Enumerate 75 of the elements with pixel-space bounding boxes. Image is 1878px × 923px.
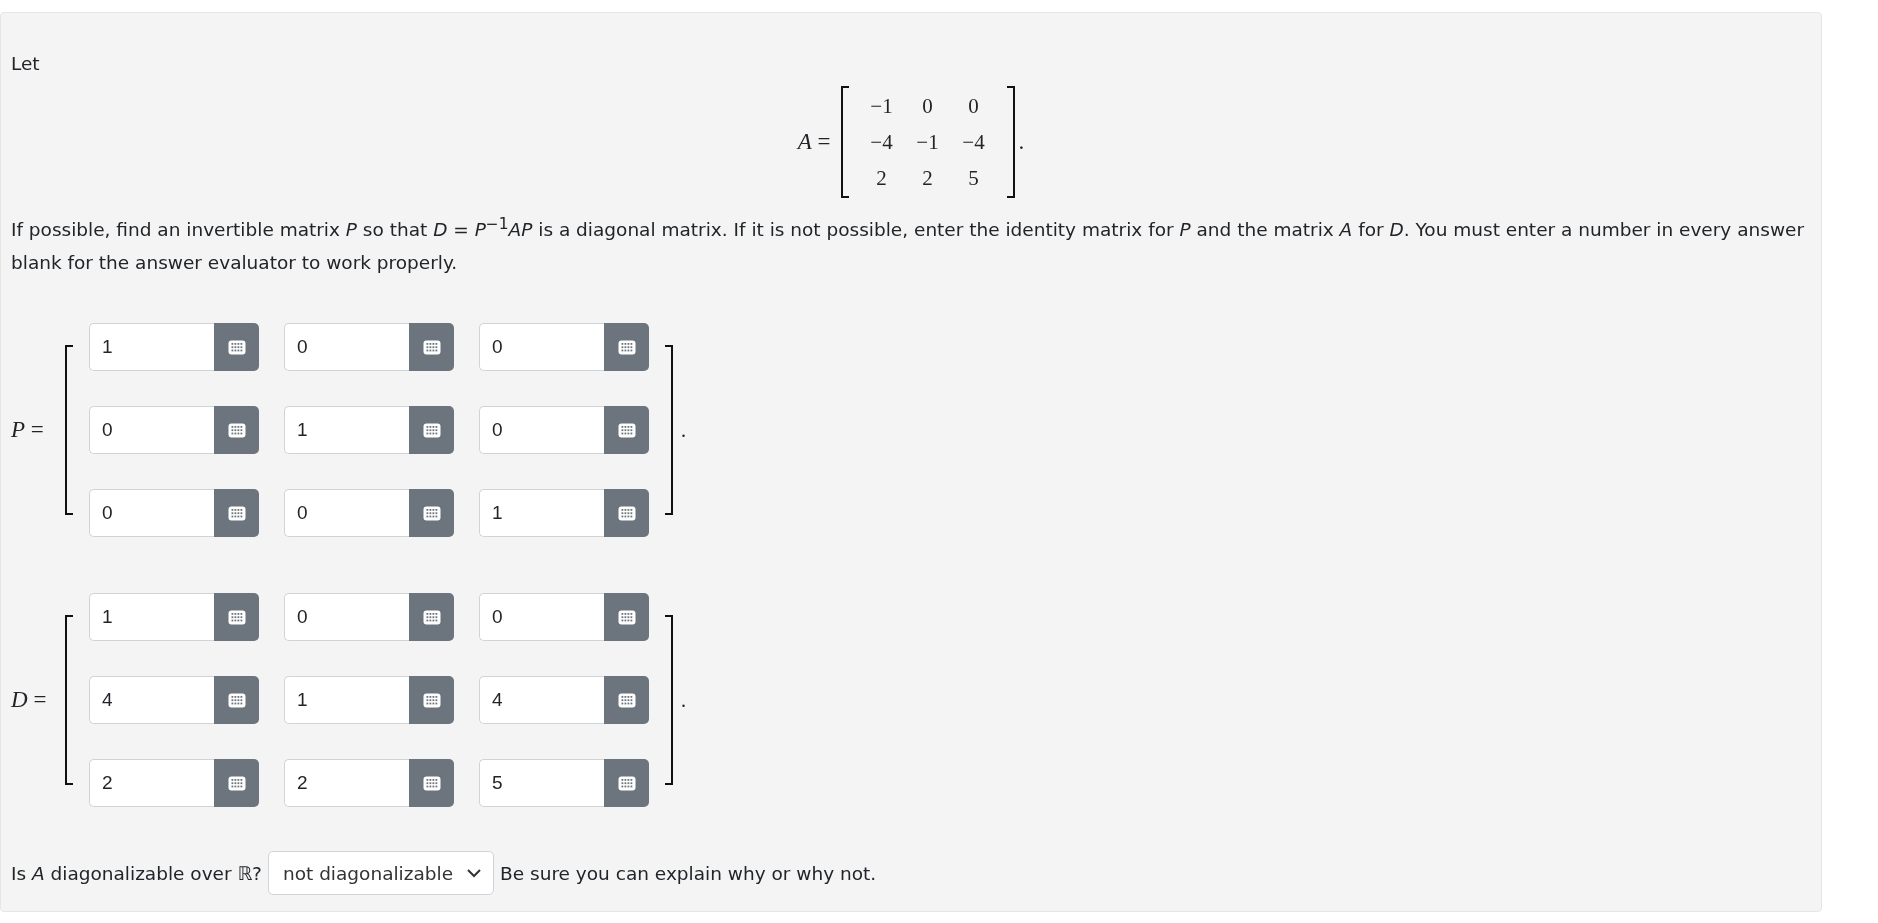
keypad-icon (422, 505, 441, 521)
keypad-button[interactable] (409, 489, 454, 538)
keypad-icon (227, 692, 246, 708)
keypad-button[interactable] (604, 489, 649, 538)
answer-field[interactable]: 0 (284, 489, 409, 538)
answer-field[interactable]: 2 (284, 759, 409, 808)
answer-field[interactable]: 0 (284, 323, 409, 372)
matrix-entry: 5 (967, 165, 980, 192)
answer-field[interactable]: 0 (89, 489, 214, 538)
period: . (681, 688, 686, 711)
keypad-icon (422, 339, 441, 355)
keypad-button[interactable] (214, 676, 259, 725)
answer-field[interactable]: 0 (89, 406, 214, 455)
answer-field[interactable]: 1 (89, 593, 214, 642)
answer-field[interactable]: 0 (284, 593, 409, 642)
matrix-entry: −1 (915, 129, 940, 156)
keypad-button[interactable] (214, 406, 259, 455)
keypad-button[interactable] (409, 593, 454, 642)
keypad-button[interactable] (409, 759, 454, 808)
keypad-icon (227, 609, 246, 625)
keypad-icon (617, 505, 636, 521)
keypad-button[interactable] (604, 406, 649, 455)
matrix-entry: 0 (921, 93, 934, 120)
answer-field[interactable]: 0 (479, 323, 604, 372)
keypad-icon (227, 505, 246, 521)
matrix-label: P = (11, 417, 44, 443)
answer-field[interactable]: 1 (89, 323, 214, 372)
note-text: Be sure you can explain why or why not. (500, 862, 877, 884)
matrix-entry: −4 (869, 129, 894, 156)
keypad-button[interactable] (409, 406, 454, 455)
keypad-icon (617, 692, 636, 708)
keypad-button[interactable] (214, 489, 259, 538)
keypad-icon (227, 339, 246, 355)
matrix-label: A = (797, 129, 831, 154)
period: . (681, 418, 686, 441)
matrix-entry: 0 (967, 93, 980, 120)
answer-field[interactable]: 0 (479, 406, 604, 455)
answer-field[interactable]: 1 (284, 676, 409, 725)
answer-field[interactable]: 1 (284, 406, 409, 455)
answer-field[interactable]: 1 (479, 489, 604, 538)
intro-text: Let (11, 52, 41, 76)
answer-field[interactable]: 4 (479, 676, 604, 725)
keypad-button[interactable] (409, 676, 454, 725)
keypad-button[interactable] (604, 759, 649, 808)
keypad-button[interactable] (214, 323, 259, 372)
period: . (1018, 129, 1025, 154)
keypad-button[interactable] (604, 593, 649, 642)
diagonalizable-select[interactable]: not diagonalizable (267, 851, 495, 896)
keypad-icon (227, 775, 246, 791)
keypad-icon (617, 609, 636, 625)
keypad-icon (422, 775, 441, 791)
answer-field[interactable]: 4 (89, 676, 214, 725)
keypad-button[interactable] (409, 323, 454, 372)
answer-field[interactable]: 2 (89, 759, 214, 808)
keypad-icon (422, 609, 441, 625)
matrix-entry: −1 (869, 93, 894, 120)
keypad-icon (227, 422, 246, 438)
keypad-button[interactable] (604, 676, 649, 725)
keypad-button[interactable] (214, 593, 259, 642)
question-prompt: Is A diagonalizable over ℝ? (11, 862, 262, 884)
matrix-entry: −4 (961, 129, 986, 156)
keypad-button[interactable] (214, 759, 259, 808)
matrix-entry: 2 (921, 165, 934, 192)
keypad-button[interactable] (604, 323, 649, 372)
keypad-icon (422, 692, 441, 708)
matrix-label: D = (11, 687, 47, 713)
keypad-icon (617, 422, 636, 438)
chevron-down-icon (467, 868, 482, 878)
keypad-icon (617, 775, 636, 791)
answer-field[interactable]: 0 (479, 593, 604, 642)
matrix-entry: 2 (875, 165, 888, 192)
keypad-icon (422, 422, 441, 438)
keypad-icon (617, 339, 636, 355)
instructions-text: If possible, find an invertible matrix P so that D = P$^{−1}$AP is a diagonal matrix. If it is not possible, enter the identity matrix for P and the matrix A for D. You must enter a number in every answer blank for the answer evaluator to work properly. (11, 219, 1804, 274)
answer-field[interactable]: 5 (479, 759, 604, 808)
